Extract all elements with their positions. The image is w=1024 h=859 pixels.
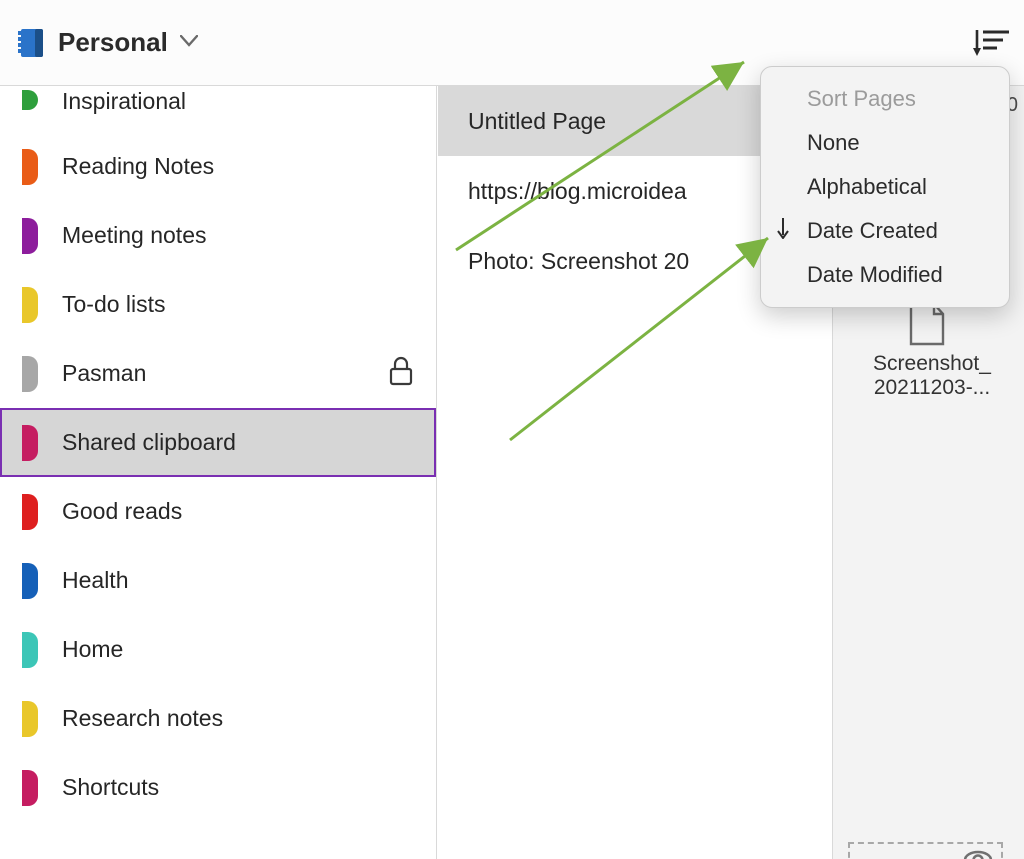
sidebar-section-item[interactable]: To-do lists: [0, 270, 436, 339]
section-color-tab: [22, 494, 38, 530]
lock-icon: [388, 356, 414, 392]
section-color-tab: [22, 287, 38, 323]
sort-button[interactable]: [970, 23, 1012, 63]
sidebar-section-item[interactable]: Shortcuts: [0, 753, 436, 822]
attachment-thumb-1[interactable]: Screenshot_ 20211203-...: [850, 352, 1014, 400]
notebook-title[interactable]: Personal: [58, 27, 168, 58]
sidebar-section-item[interactable]: Reading Notes: [0, 132, 436, 201]
attachment-filename: Screenshot_: [850, 352, 1014, 376]
page-title: https://blog.microidea: [468, 178, 687, 205]
sidebar-section-item[interactable]: Health: [0, 546, 436, 615]
sort-menu-item[interactable]: Date Created: [761, 209, 1009, 253]
section-label: Inspirational: [62, 88, 414, 115]
sidebar-section-item[interactable]: Shared clipboard: [0, 408, 436, 477]
sidebar-section-item[interactable]: Home: [0, 615, 436, 684]
section-color-tab: [22, 425, 38, 461]
section-color-tab: [22, 701, 38, 737]
sort-menu-item[interactable]: None: [761, 121, 1009, 165]
notebook-icon: [18, 28, 44, 58]
sort-menu-item-label: Date Modified: [807, 262, 943, 288]
sidebar-section-item[interactable]: Inspirational: [0, 86, 436, 132]
document-icon: [908, 302, 946, 351]
section-label: Meeting notes: [62, 222, 414, 249]
arrow-down-icon: [775, 217, 791, 245]
section-color-tab: [22, 218, 38, 254]
sort-menu-header: Sort Pages: [761, 77, 1009, 121]
section-color-tab: [22, 356, 38, 392]
sidebar-section-item[interactable]: Good reads: [0, 477, 436, 546]
sort-menu-item-label: Alphabetical: [807, 174, 927, 200]
section-label: Reading Notes: [62, 153, 414, 180]
sidebar-section-item[interactable]: Pasman: [0, 339, 436, 408]
section-label: Shortcuts: [62, 774, 414, 801]
sidebar-section-item[interactable]: Meeting notes: [0, 201, 436, 270]
sort-menu: Sort Pages None Alphabetical Date Created D…: [760, 66, 1010, 308]
section-label: To-do lists: [62, 291, 414, 318]
section-label: Home: [62, 636, 414, 663]
attachment-thumb-2[interactable]: Screenshot_ 20211203-...: [848, 842, 1003, 859]
section-color-tab: [22, 632, 38, 668]
section-label: Pasman: [62, 360, 388, 387]
section-color-tab: [22, 90, 38, 110]
chevron-down-icon[interactable]: [180, 34, 198, 52]
section-color-tab: [22, 770, 38, 806]
sidebar-section-item[interactable]: Research notes: [0, 684, 436, 753]
section-color-tab: [22, 563, 38, 599]
section-label: Shared clipboard: [62, 429, 414, 456]
attachment-filename: 20211203-...: [850, 376, 1014, 400]
sort-menu-item[interactable]: Date Modified: [761, 253, 1009, 297]
section-label: Good reads: [62, 498, 414, 525]
page-title: Photo: Screenshot 20: [468, 248, 689, 275]
section-color-tab: [22, 149, 38, 185]
page-title: Untitled Page: [468, 108, 606, 135]
sort-menu-item-label: Date Created: [807, 218, 938, 244]
section-label: Health: [62, 567, 414, 594]
section-label: Research notes: [62, 705, 414, 732]
sections-sidebar: Inspirational Reading Notes Meeting notes T…: [0, 86, 437, 859]
sort-menu-item[interactable]: Alphabetical: [761, 165, 1009, 209]
sort-menu-item-label: None: [807, 130, 860, 156]
eye-icon: [963, 850, 993, 859]
